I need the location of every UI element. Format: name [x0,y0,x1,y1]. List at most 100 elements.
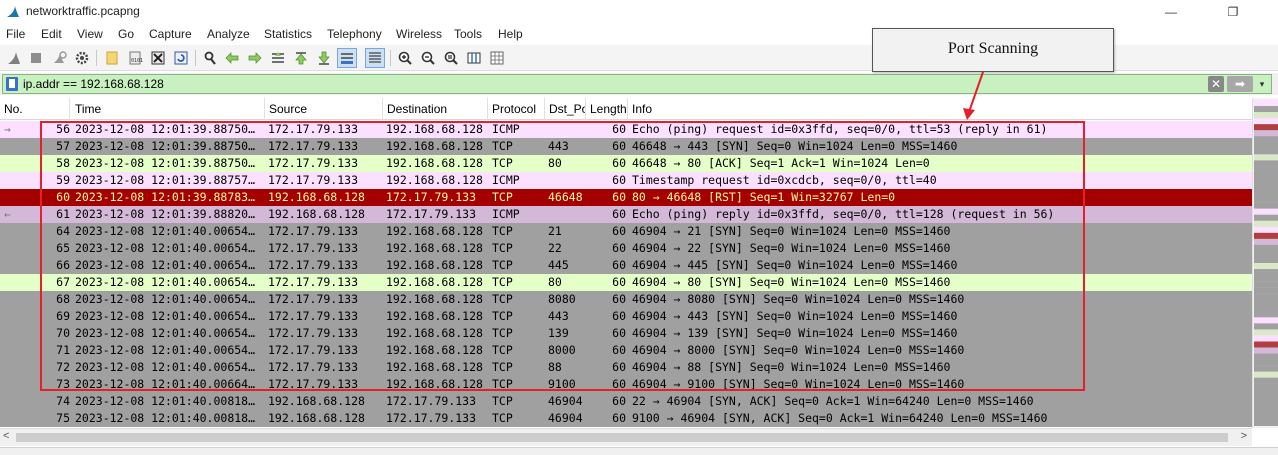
minimap-stripe [1254,341,1278,348]
minimap-stripe [1254,112,1278,119]
zoom-reset-icon[interactable] [441,48,461,68]
column-header-time[interactable]: Time [71,98,265,120]
minimap-stripe [1254,244,1278,252]
close-file-icon[interactable] [148,48,168,68]
packet-row[interactable]: 74 2023-12-08 12:01:40.00818… 192.168.68.1… [0,393,1252,410]
reload-icon[interactable] [171,48,191,68]
minimap-stripe [1254,172,1278,179]
column-header-no[interactable]: No. [0,98,70,120]
svg-text:0101: 0101 [131,58,143,64]
port-scan-highlight-box [40,121,1085,391]
open-file-icon[interactable] [102,48,122,68]
menu-tools[interactable]: Tools [454,27,482,41]
cell-time: 2023-12-08 12:01:40.00818… [75,411,256,425]
go-to-packet-icon[interactable] [268,48,288,68]
minimap-stripe [1254,178,1278,185]
horizontal-scrollbar[interactable]: < > [0,428,1252,446]
file-set-icon[interactable]: 0101 [125,48,145,68]
minimap-stripe [1254,401,1278,409]
cell-protocol: TCP [492,411,513,425]
menu-view[interactable]: View [77,27,103,41]
filter-history-dropdown-icon[interactable]: ▾ [1256,76,1268,92]
zoom-in-icon[interactable] [395,48,415,68]
minimap-stripe [1254,154,1278,161]
options-gear-icon[interactable] [72,48,92,68]
menu-help[interactable]: Help [498,27,523,41]
zoom-out-icon[interactable] [418,48,438,68]
toolbar-separator [195,50,196,66]
cell-dst-port: 46904 [548,411,583,425]
minimap-stripe [1254,226,1278,234]
packet-row[interactable]: 75 2023-12-08 12:01:40.00818… 192.168.68.1… [0,410,1252,427]
cell-source: 192.168.68.128 [268,411,365,425]
shark-fin-start-icon[interactable] [4,48,24,68]
minimize-button[interactable]: — [1156,2,1186,22]
minimap-stripe [1254,275,1278,282]
minimap-stripe [1254,269,1278,276]
minimap-stripe [1254,166,1278,173]
minimap-stripe [1254,106,1278,113]
resize-columns-icon[interactable] [464,48,484,68]
scroll-right-icon[interactable]: > [1241,430,1247,442]
minimap-stripe [1254,160,1278,167]
find-packet-icon[interactable] [200,48,220,68]
minimap-stripe [1254,214,1278,221]
menu-edit[interactable]: Edit [41,27,62,41]
apply-filter-icon[interactable]: ➡ [1227,76,1253,92]
minimap-stripe [1254,383,1278,390]
clear-filter-icon[interactable]: ✕ [1208,76,1224,92]
scroll-left-icon[interactable]: < [3,430,9,442]
colorize-icon[interactable] [365,48,385,68]
menu-go[interactable]: Go [118,27,134,41]
toolbar-separator [390,50,391,66]
column-header-dst-port[interactable]: Dst_Port [545,98,586,120]
restart-icon[interactable] [49,48,69,68]
port-scanning-callout: Port Scanning [872,28,1114,72]
cell-destination: 172.17.79.133 [386,411,477,425]
minimap-stripe [1254,148,1278,155]
minimap-stripe [1254,232,1278,240]
column-header-source[interactable]: Source [265,98,383,120]
minimap-stripe [1254,305,1278,312]
minimap-stripe [1254,407,1278,415]
wireshark-fin-icon [7,6,19,17]
minimap-stripe [1254,335,1278,342]
display-filter-input[interactable]: ip.addr == 192.168.68.128 ✕ ➡ ▾ [2,74,1272,94]
minimap-stripe [1254,395,1278,403]
minimap-stripe [1254,130,1278,137]
minimap-stripe [1254,208,1278,215]
cell-info: 9100 → 46904 [SYN, ACK] Seq=0 Ack=1 Win=… [632,411,1048,425]
window-title: networktraffic.pcapng [26,4,140,18]
minimap-stripe [1254,263,1278,270]
last-packet-icon[interactable] [314,48,334,68]
menu-telephony[interactable]: Telephony [327,27,382,41]
menu-capture[interactable]: Capture [149,27,192,41]
column-header-length[interactable]: Length [586,98,628,120]
minimap-stripe [1254,136,1278,143]
first-packet-icon[interactable] [291,48,311,68]
column-header-info[interactable]: Info [628,98,1252,120]
minimap-stripe [1254,190,1278,197]
menu-file[interactable]: File [6,27,25,41]
horizontal-scroll-thumb[interactable] [16,433,1228,442]
column-header-protocol[interactable]: Protocol [488,98,545,120]
minimap-stripe [1254,419,1278,426]
cell-no: 75 [56,411,70,425]
go-back-icon[interactable] [222,48,242,68]
cell-dst-port: 46904 [548,394,583,408]
minimap-stripe [1254,359,1278,366]
cell-length: 60 [612,411,626,425]
filter-bookmark-icon[interactable] [6,77,18,91]
restore-button[interactable]: ❐ [1218,2,1248,22]
filter-expression[interactable]: ip.addr == 192.168.68.128 [23,77,164,91]
stop-icon[interactable] [26,48,46,68]
menu-wireless[interactable]: Wireless [396,27,442,41]
minimap-stripe [1254,377,1278,384]
menu-analyze[interactable]: Analyze [207,27,250,41]
packet-minimap[interactable] [1254,100,1278,426]
grid-icon[interactable] [487,48,507,68]
autoscroll-icon[interactable] [337,48,357,68]
column-header-destination[interactable]: Destination [383,98,488,120]
go-forward-icon[interactable] [245,48,265,68]
menu-statistics[interactable]: Statistics [264,27,312,41]
